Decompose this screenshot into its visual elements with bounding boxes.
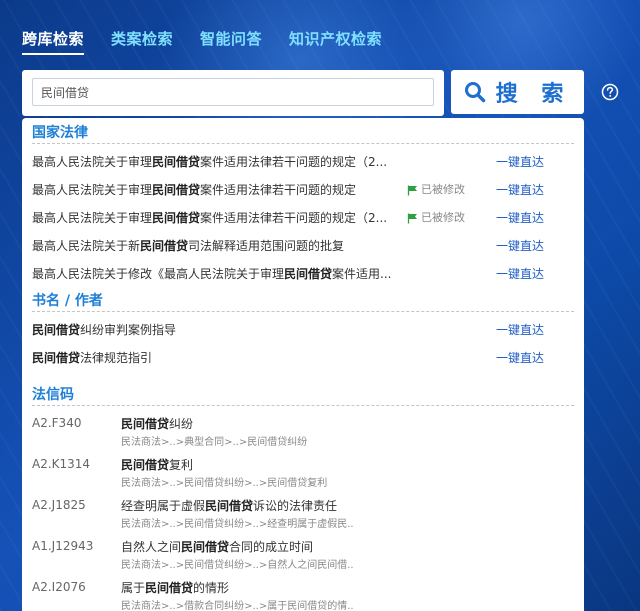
book-item-title: 民间借贷法律规范指引	[32, 351, 153, 365]
direct-link[interactable]: 一键直达	[496, 176, 544, 204]
code-path: 民法商法>..>借款合同纠纷>..>属于民间借贷的情..	[121, 601, 354, 611]
flag-icon	[407, 213, 417, 223]
book-item[interactable]: 民间借贷法律规范指引 一键直达	[32, 344, 574, 372]
suggestion-dropdown: 国家法律 最高人民法院关于审理民间借贷案件适用法律若干问题的规定（2... 一键…	[22, 118, 584, 611]
book-item[interactable]: 民间借贷纠纷审判案例指导 一键直达	[32, 316, 574, 344]
direct-link[interactable]: 一键直达	[496, 148, 544, 176]
direct-link[interactable]: 一键直达	[496, 316, 544, 344]
code-item[interactable]: A2.K1314 民间借贷复利 民法商法>..>民间借贷纠纷>..>民间借贷复利	[32, 451, 574, 492]
direct-link[interactable]: 一键直达	[496, 204, 544, 232]
law-item-title: 最高人民法院关于修改《最高人民法院关于审理民间借贷案件适用...	[32, 267, 392, 281]
law-item[interactable]: 最高人民法院关于修改《最高人民法院关于审理民间借贷案件适用... 一键直达	[32, 260, 574, 288]
tab-ip-search[interactable]: 知识产权检索	[289, 28, 382, 55]
law-item-title: 最高人民法院关于审理民间借贷案件适用法律若干问题的规定（2...	[32, 211, 388, 225]
law-item[interactable]: 最高人民法院关于审理民间借贷案件适用法律若干问题的规定 已被修改 一键直达	[32, 176, 574, 204]
direct-link[interactable]: 一键直达	[496, 232, 544, 260]
code-id: A2.J1825	[32, 498, 86, 512]
flag-icon	[407, 185, 417, 195]
code-title: 民间借贷纠纷	[121, 417, 194, 431]
search-input[interactable]	[32, 78, 434, 106]
search-icon	[464, 82, 485, 103]
code-item[interactable]: A2.J1825 经查明属于虚假民间借贷诉讼的法律责任 民法商法>..>民间借贷…	[32, 492, 574, 533]
tab-cross-library-search[interactable]: 跨库检索	[22, 28, 85, 55]
code-path: 民法商法>..>民间借贷纠纷>..>民间借贷复利	[121, 478, 328, 489]
section-title-codes: 法信码	[32, 384, 574, 406]
search-button-label: 搜 索	[495, 82, 572, 107]
direct-link[interactable]: 一键直达	[496, 344, 544, 372]
law-item-title: 最高人民法院关于审理民间借贷案件适用法律若干问题的规定	[32, 183, 357, 197]
law-item[interactable]: 最高人民法院关于审理民间借贷案件适用法律若干问题的规定（2... 已被修改 一键…	[32, 204, 574, 232]
law-item-title: 最高人民法院关于审理民间借贷案件适用法律若干问题的规定（2...	[32, 155, 388, 169]
code-item[interactable]: A2.I2076 属于民间借贷的情形 民法商法>..>借款合同纠纷>..>属于民…	[32, 574, 574, 611]
code-id: A2.I2076	[32, 580, 86, 594]
modified-badge: 已被修改	[407, 176, 465, 204]
code-title: 属于民间借贷的情形	[121, 581, 230, 595]
code-path: 民法商法>..>民间借贷纠纷>..>自然人之间民间借..	[121, 560, 354, 571]
code-path: 民法商法>..>民间借贷纠纷>..>经查明属于虚假民..	[121, 519, 354, 530]
code-id: A2.K1314	[32, 457, 91, 471]
tab-similar-case-search[interactable]: 类案检索	[111, 28, 173, 55]
modified-badge: 已被修改	[407, 204, 465, 232]
tab-smart-qa[interactable]: 智能问答	[200, 28, 262, 55]
code-path: 民法商法>..>典型合同>..>民间借贷纠纷	[121, 437, 308, 448]
section-title-law: 国家法律	[32, 122, 574, 144]
code-title: 自然人之间民间借贷合同的成立时间	[121, 540, 314, 554]
code-title: 民间借贷复利	[121, 458, 194, 472]
direct-link[interactable]: 一键直达	[496, 260, 544, 288]
top-nav: 跨库检索 类案检索 智能问答 知识产权检索	[22, 28, 382, 55]
code-item[interactable]: A1.J12943 自然人之间民间借贷合同的成立时间 民法商法>..>民间借贷纠…	[32, 533, 574, 574]
code-title: 经查明属于虚假民间借贷诉讼的法律责任	[121, 499, 338, 513]
law-item-title: 最高人民法院关于新民间借贷司法解释适用范围问题的批复	[32, 239, 345, 253]
section-title-books: 书名 / 作者	[32, 290, 574, 312]
book-item-title: 民间借贷纠纷审判案例指导	[32, 323, 177, 337]
code-item[interactable]: A2.F340 民间借贷纠纷 民法商法>..>典型合同>..>民间借贷纠纷	[32, 410, 574, 451]
help-circle-icon[interactable]	[601, 83, 619, 101]
search-button[interactable]: 搜 索	[451, 70, 584, 114]
law-item[interactable]: 最高人民法院关于审理民间借贷案件适用法律若干问题的规定（2... 一键直达	[32, 148, 574, 176]
code-id: A1.J12943	[32, 539, 94, 553]
search-box	[22, 70, 444, 116]
law-item[interactable]: 最高人民法院关于新民间借贷司法解释适用范围问题的批复 一键直达	[32, 232, 574, 260]
code-id: A2.F340	[32, 416, 82, 430]
